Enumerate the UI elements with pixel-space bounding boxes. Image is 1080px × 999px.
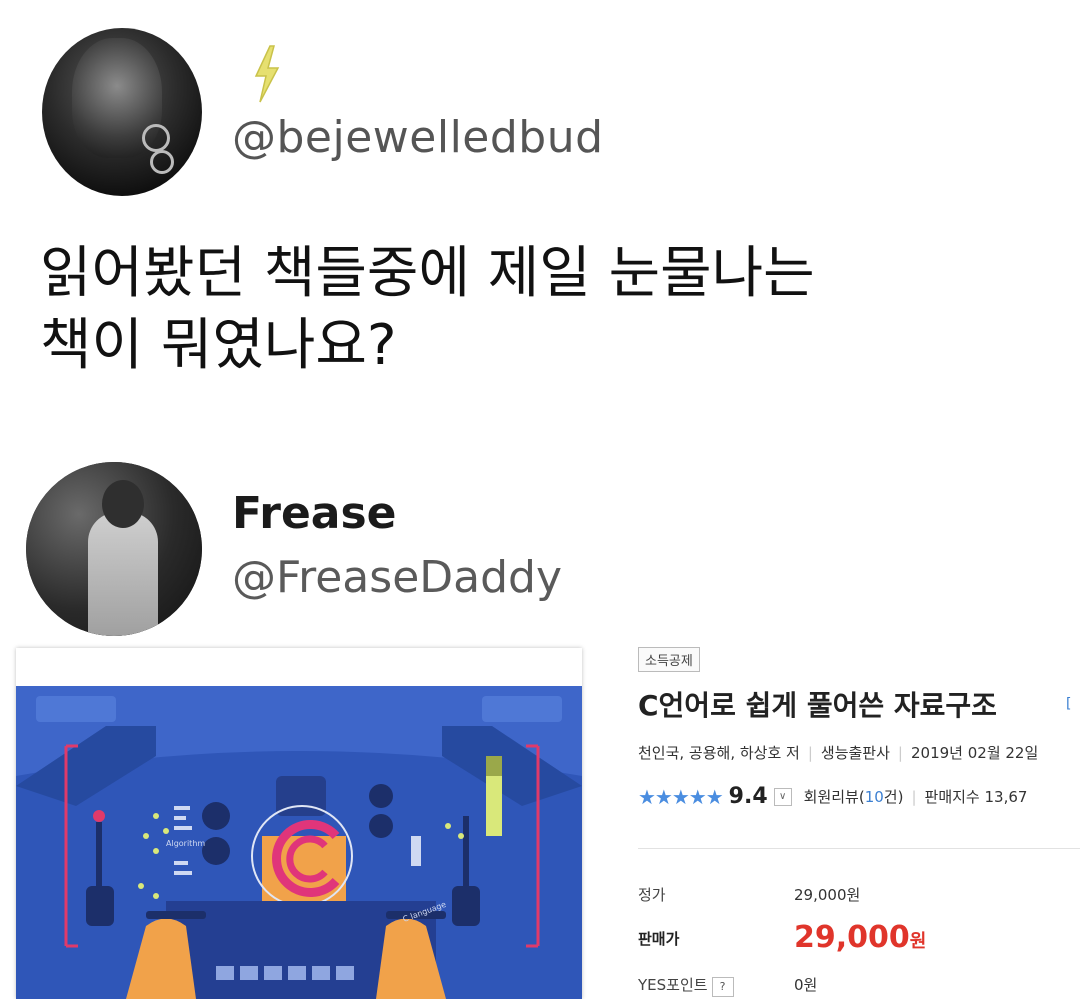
help-icon[interactable]: ?	[711, 977, 734, 997]
user-handle[interactable]: @bejewelledbud	[232, 112, 604, 163]
cover-label-algorithm: Algorithm	[166, 839, 205, 848]
earring-icon	[142, 124, 170, 152]
tweet-text: 읽어봤던 책들중에 제일 눈물나는 책이 뭐였나요?	[40, 238, 1040, 382]
reviews-suffix: 건)	[883, 788, 904, 806]
sale-price-label: 판매가	[638, 930, 680, 948]
reviews-count: 10	[864, 788, 884, 806]
sale-price-unit: 원	[909, 931, 927, 952]
chevron-down-icon[interactable]: ∨	[773, 787, 792, 806]
rating-row: ★★★★★ 9.4 ∨ 회원리뷰(10건) | 판매지수 13,67	[638, 784, 1027, 809]
book-cover[interactable]: Algorithm C language	[16, 648, 582, 999]
publish-date: 2019년 02월 22일	[910, 744, 1039, 762]
cover-illustration: Algorithm C language	[16, 686, 582, 999]
yes-points-text: YES포인트	[638, 976, 708, 994]
rating-score: 9.4	[728, 784, 768, 809]
divider: |	[897, 744, 903, 762]
product-meta: 천인국, 공용해, 하상호 저 | 생능출판사 | 2019년 02월 22일	[638, 742, 1038, 763]
lightning-bolt-icon	[254, 45, 280, 103]
earring-icon	[150, 150, 174, 174]
user-handle[interactable]: @FreaseDaddy	[232, 552, 562, 603]
tweet-text-line: 책이 뭐였나요?	[40, 313, 397, 378]
star-rating-icon: ★★★★★	[638, 784, 724, 809]
yes-points-value: 0원	[794, 976, 818, 994]
section-divider	[638, 848, 1080, 849]
avatar-head	[102, 480, 144, 528]
divider: |	[911, 787, 917, 806]
title-subinfo-link[interactable]: [	[1066, 696, 1071, 712]
list-price-value: 29,000원	[794, 886, 861, 904]
product-title[interactable]: C언어로 쉽게 풀어쓴 자료구조	[638, 684, 997, 724]
avatar[interactable]	[42, 28, 202, 196]
tweet-text-line: 읽어봤던 책들중에 제일 눈물나는	[40, 241, 815, 306]
display-name[interactable]: Frease	[232, 488, 397, 539]
income-deduction-badge: 소득공제	[638, 647, 700, 672]
authors-link[interactable]: 천인국, 공용해, 하상호 저	[638, 744, 800, 762]
reviews-prefix: 회원리뷰(	[803, 788, 865, 806]
sale-price-amount: 29,000	[794, 920, 910, 955]
avatar-figure	[88, 512, 158, 636]
list-price-label: 정가	[638, 886, 666, 904]
avatar[interactable]	[26, 462, 202, 636]
yes-points-label: YES포인트?	[638, 974, 734, 997]
publisher-link[interactable]: 생능출판사	[821, 744, 890, 762]
sale-price-value: 29,000원	[794, 920, 926, 955]
sales-index: 판매지수 13,67	[924, 788, 1028, 806]
divider: |	[807, 744, 813, 762]
member-reviews-link[interactable]: 회원리뷰(10건)	[804, 786, 904, 807]
